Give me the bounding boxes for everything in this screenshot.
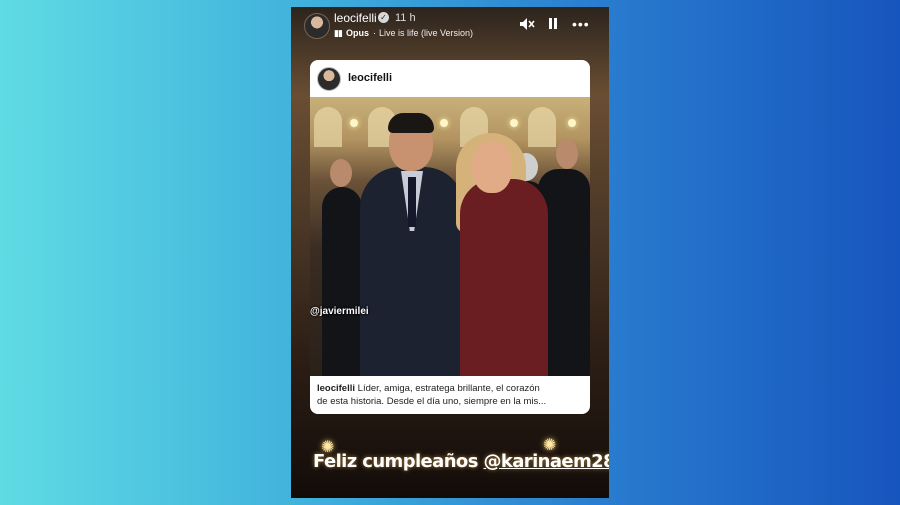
background-person-head (330, 159, 352, 187)
speaker-muted-icon[interactable] (519, 17, 535, 31)
profile-avatar[interactable] (304, 13, 330, 39)
background-person (322, 187, 362, 376)
background-person-head (556, 139, 578, 169)
story-timestamp: 11 h (395, 12, 416, 24)
music-artist[interactable]: Opus (346, 28, 369, 38)
background-arch (528, 107, 556, 147)
photo-mention-tag[interactable]: @javiermilei (310, 306, 369, 317)
chandelier-light (510, 119, 518, 127)
more-horizontal-icon[interactable]: ••• (572, 17, 590, 31)
chandelier-light (350, 119, 358, 127)
pause-icon[interactable] (547, 17, 559, 31)
post-header[interactable]: leocifelli (310, 60, 590, 97)
post-username[interactable]: leocifelli (348, 72, 392, 84)
story-header: leocifelli ✓ 11 h ▮▮ Opus · Live is life… (291, 7, 609, 47)
shared-post-card[interactable]: leocifelli @javiermilei leocifelli Líder… (310, 60, 590, 414)
verified-badge-icon: ✓ (378, 12, 389, 23)
story-username[interactable]: leocifelli (334, 11, 377, 25)
music-song-title[interactable]: Live is life (live Version) (379, 28, 473, 38)
birthday-greeting-sticker[interactable]: Feliz cumpleaños @karinaem28 !! (313, 451, 609, 472)
caption-username[interactable]: leocifelli (317, 383, 355, 394)
story-viewer[interactable]: leocifelli ✓ 11 h ▮▮ Opus · Live is life… (291, 7, 609, 498)
music-separator: · (373, 28, 376, 38)
background-arch (314, 107, 342, 147)
woman-face (472, 141, 512, 193)
chandelier-light (440, 119, 448, 127)
post-photo[interactable]: @javiermilei (310, 97, 590, 376)
greeting-mention[interactable]: @karinaem28 (483, 451, 609, 472)
man-tie (408, 177, 416, 227)
chandelier-light (568, 119, 576, 127)
music-bars-icon: ▮▮ (334, 28, 343, 38)
woman-figure (460, 179, 548, 376)
post-avatar[interactable] (317, 67, 341, 91)
man-hair (388, 113, 434, 133)
greeting-text: Feliz cumpleaños (313, 451, 484, 472)
post-caption[interactable]: leocifelli Líder, amiga, estratega brill… (310, 376, 590, 414)
